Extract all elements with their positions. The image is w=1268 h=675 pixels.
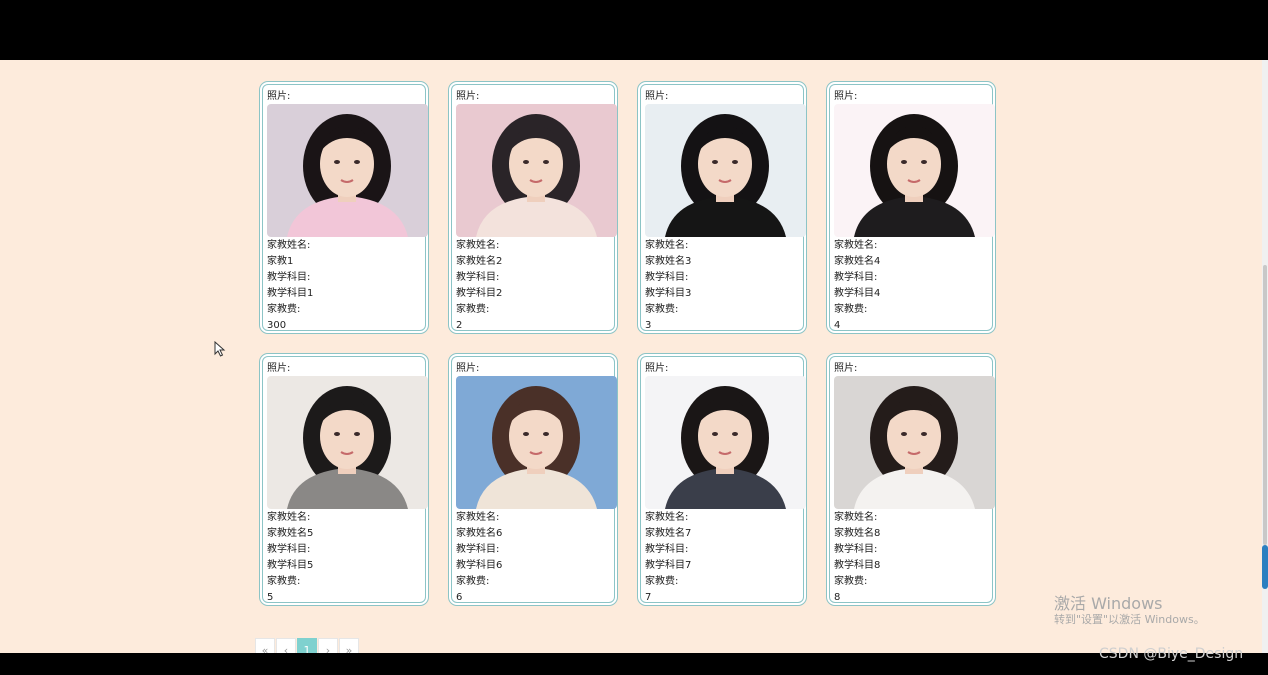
tutor-name-value: 家教姓名8 (834, 528, 881, 539)
fee-label: 家教费: (834, 576, 868, 587)
csdn-credit: CSDN @Biye_Design (1099, 646, 1244, 662)
photo-man-black-shirt (834, 104, 995, 237)
fee-value: 3 (645, 320, 652, 331)
tutor-name-label: 家教姓名: (267, 240, 311, 251)
tutor-name-label: 家教姓名: (834, 240, 878, 251)
top-black-bar (0, 0, 1268, 60)
tutor-card[interactable]: 照片: 家教姓名: 家教姓名3 教学科目: 教学科目3 家教费: 3 (637, 81, 807, 334)
photo-girl-grey-sweater (267, 376, 428, 509)
photo-label: 照片: (456, 363, 480, 374)
tutor-name-label: 家教姓名: (645, 240, 689, 251)
subject-label: 教学科目: (645, 544, 689, 555)
mouse-cursor-icon (214, 341, 226, 357)
tutor-name-label: 家教姓名: (645, 512, 689, 523)
tutor-photo[interactable] (834, 376, 995, 509)
tutor-card[interactable]: 照片: 家教姓名: 家教姓名8 教学科目: 教学科目8 家教费: 8 (826, 353, 996, 606)
windows-activation-subtitle: 转到"设置"以激活 Windows。 (1054, 613, 1205, 626)
subject-value: 教学科目3 (645, 288, 692, 299)
photo-man-suit (645, 376, 806, 509)
subject-value: 教学科目8 (834, 560, 881, 571)
tutor-name-label: 家教姓名: (456, 240, 500, 251)
subject-value: 教学科目4 (834, 288, 881, 299)
tutor-list-page: 照片: 家教姓名: 家教1 教学科目: 教学科目1 家教费: 300 照片: 家教姓名: 家教姓名… (0, 60, 1268, 653)
fee-value: 7 (645, 592, 652, 603)
floating-side-widget[interactable] (1262, 545, 1268, 589)
fee-value: 8 (834, 592, 841, 603)
fee-value: 4 (834, 320, 841, 331)
tutor-card[interactable]: 照片: 家教姓名: 家教姓名2 教学科目: 教学科目2 家教费: 2 (448, 81, 618, 334)
tutor-name-value: 家教姓名4 (834, 256, 881, 267)
subject-label: 教学科目: (456, 272, 500, 283)
subject-value: 教学科目2 (456, 288, 503, 299)
photo-label: 照片: (645, 91, 669, 102)
fee-value: 300 (267, 320, 287, 331)
tutor-name-value: 家教姓名7 (645, 528, 692, 539)
tutor-photo[interactable] (456, 376, 617, 509)
fee-label: 家教费: (267, 304, 301, 315)
fee-label: 家教费: (456, 576, 490, 587)
tutor-card[interactable]: 照片: 家教姓名: 家教姓名6 教学科目: 教学科目6 家教费: 6 (448, 353, 618, 606)
tutor-name-label: 家教姓名: (456, 512, 500, 523)
photo-label: 照片: (456, 91, 480, 102)
fee-label: 家教费: (645, 304, 679, 315)
fee-label: 家教费: (456, 304, 490, 315)
tutor-photo[interactable] (645, 104, 806, 237)
fee-label: 家教费: (267, 576, 301, 587)
next-page-button[interactable]: › (318, 638, 338, 653)
tutor-photo[interactable] (267, 104, 428, 237)
tutor-card[interactable]: 照片: 家教姓名: 家教姓名4 教学科目: 教学科目4 家教费: 4 (826, 81, 996, 334)
photo-girl-black-dress (645, 104, 806, 237)
photo-girl-pink-hoodie (267, 104, 428, 237)
photo-girl-pillow (834, 376, 995, 509)
subject-value: 教学科目1 (267, 288, 314, 299)
subject-label: 教学科目: (834, 272, 878, 283)
tutor-name-value: 家教姓名5 (267, 528, 314, 539)
subject-label: 教学科目: (456, 544, 500, 555)
photo-label: 照片: (834, 91, 858, 102)
fee-label: 家教费: (834, 304, 868, 315)
tutor-name-label: 家教姓名: (267, 512, 311, 523)
tutor-card[interactable]: 照片: 家教姓名: 家教姓名7 教学科目: 教学科目7 家教费: 7 (637, 353, 807, 606)
tutor-photo[interactable] (645, 376, 806, 509)
tutor-card[interactable]: 照片: 家教姓名: 家教1 教学科目: 教学科目1 家教费: 300 (259, 81, 429, 334)
subject-label: 教学科目: (267, 544, 311, 555)
current-page-button[interactable]: 1 (297, 638, 317, 653)
prev-page-button[interactable]: ‹ (276, 638, 296, 653)
subject-value: 教学科目7 (645, 560, 692, 571)
photo-label: 照片: (267, 363, 291, 374)
fee-value: 6 (456, 592, 463, 603)
first-page-button[interactable]: « (255, 638, 275, 653)
fee-value: 5 (267, 592, 274, 603)
tutor-card[interactable]: 照片: 家教姓名: 家教姓名5 教学科目: 教学科目5 家教费: 5 (259, 353, 429, 606)
subject-label: 教学科目: (267, 272, 311, 283)
tutor-name-label: 家教姓名: (834, 512, 878, 523)
bottom-black-bar (0, 653, 1268, 675)
tutor-photo[interactable] (834, 104, 995, 237)
subject-label: 教学科目: (834, 544, 878, 555)
tutor-name-value: 家教姓名3 (645, 256, 692, 267)
subject-label: 教学科目: (645, 272, 689, 283)
photo-label: 照片: (834, 363, 858, 374)
tutor-name-value: 家教姓名2 (456, 256, 503, 267)
photo-girl-blue-sky (456, 376, 617, 509)
fee-value: 2 (456, 320, 463, 331)
last-page-button[interactable]: » (339, 638, 359, 653)
photo-label: 照片: (267, 91, 291, 102)
fee-label: 家教费: (645, 576, 679, 587)
tutor-photo[interactable] (456, 104, 617, 237)
subject-value: 教学科目6 (456, 560, 503, 571)
subject-value: 教学科目5 (267, 560, 314, 571)
pagination: « ‹ 1 › » (255, 638, 360, 653)
tutor-name-value: 家教姓名6 (456, 528, 503, 539)
photo-label: 照片: (645, 363, 669, 374)
tutor-photo[interactable] (267, 376, 428, 509)
photo-girl-braids (456, 104, 617, 237)
page-scrollbar-thumb[interactable] (1263, 265, 1267, 545)
tutor-name-value: 家教1 (267, 256, 294, 267)
